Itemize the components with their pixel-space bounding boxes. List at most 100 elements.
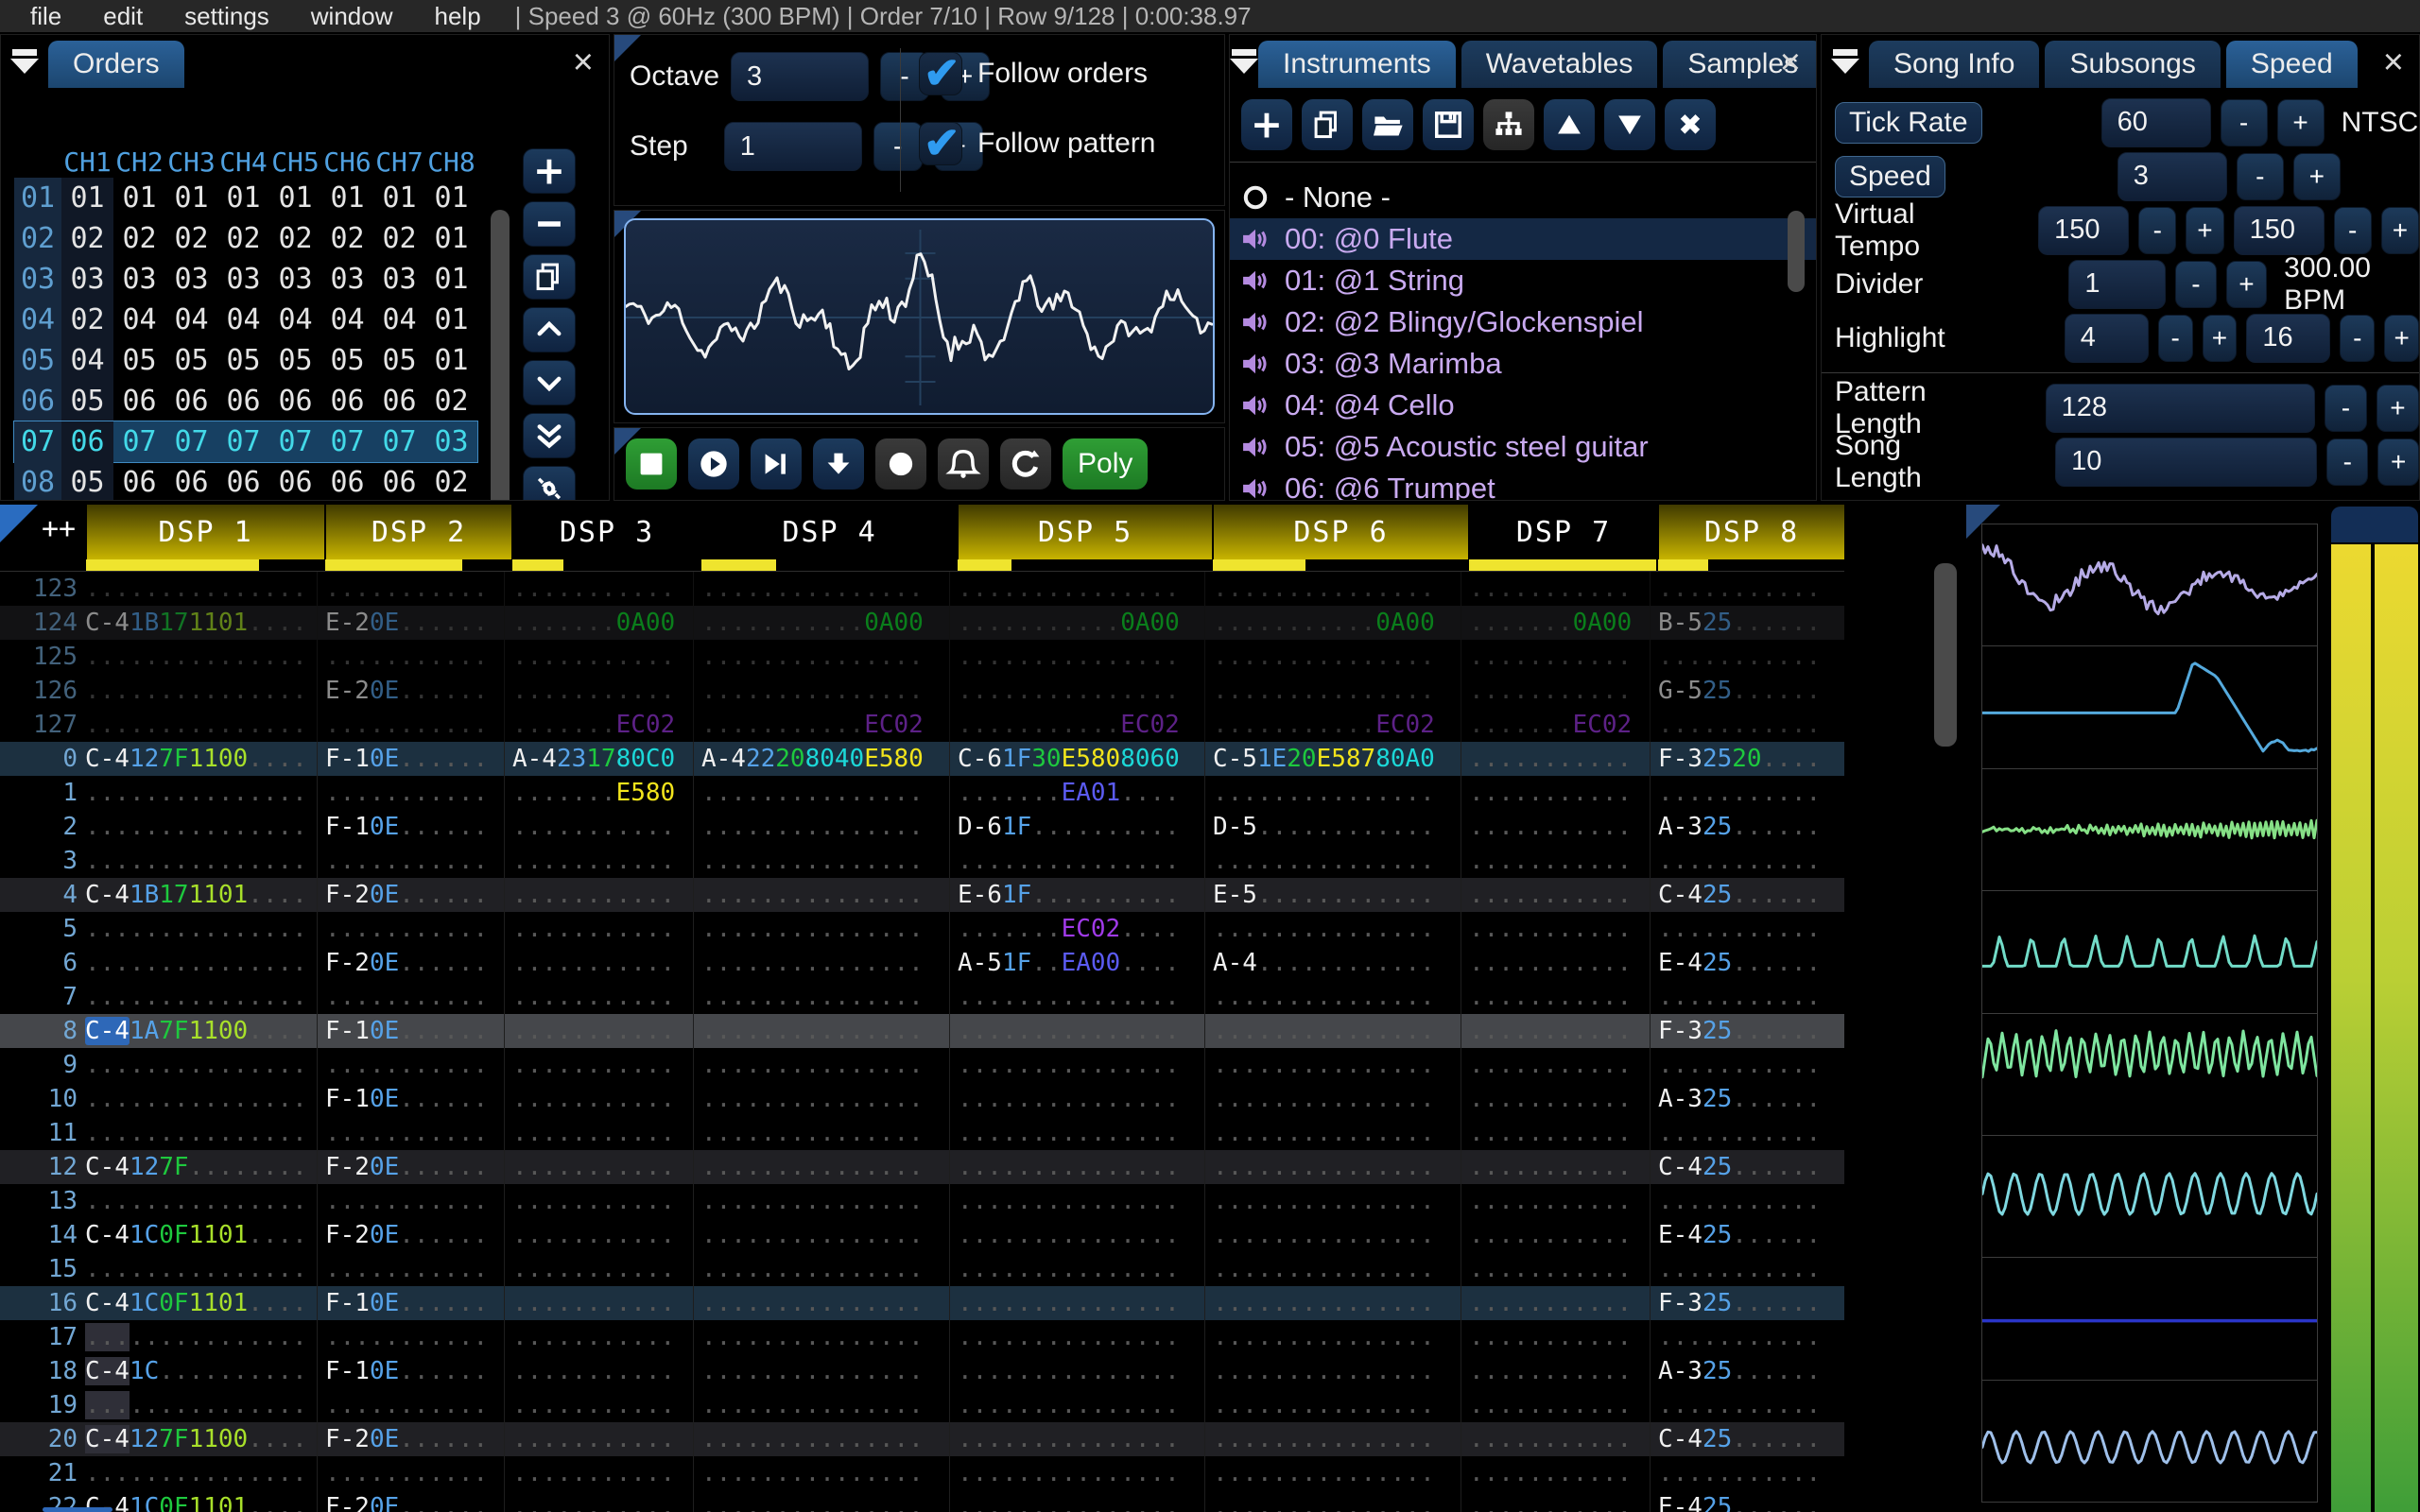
cell-ins[interactable]: .. bbox=[130, 643, 159, 671]
cell-vol[interactable]: .. bbox=[399, 813, 428, 841]
pattern-length-minus-button[interactable]: - bbox=[2324, 384, 2367, 432]
metronome-button[interactable] bbox=[938, 438, 989, 490]
cell-ins[interactable]: .. bbox=[1513, 1051, 1543, 1079]
cell-note[interactable]: ... bbox=[958, 677, 1002, 705]
cell-ins[interactable]: .. bbox=[746, 915, 775, 943]
cell-ins[interactable]: 25 bbox=[1703, 881, 1732, 909]
cell-fx1[interactable]: .... bbox=[1317, 949, 1376, 977]
cell-vol[interactable]: .. bbox=[1732, 847, 1761, 875]
cell-ins[interactable]: .. bbox=[370, 1187, 399, 1215]
cell-ins[interactable]: .. bbox=[1513, 949, 1543, 977]
cell-note[interactable]: ... bbox=[1213, 1153, 1257, 1181]
cell-fx1[interactable]: .... bbox=[189, 847, 249, 875]
cell-fx1[interactable]: .... bbox=[1573, 1255, 1633, 1283]
cell-ins[interactable]: .. bbox=[557, 609, 586, 637]
cell-vol[interactable]: .. bbox=[399, 949, 428, 977]
order-cell[interactable]: 05 bbox=[165, 340, 217, 381]
cell-vol[interactable]: .. bbox=[1287, 949, 1316, 977]
cell-ins[interactable]: .. bbox=[557, 881, 586, 909]
cell-fx1[interactable]: .... bbox=[1317, 575, 1376, 603]
instruments-close-icon[interactable]: × bbox=[1780, 44, 1801, 80]
cell-fx1[interactable]: .... bbox=[189, 779, 249, 807]
cell-ins[interactable]: .. bbox=[1002, 1357, 1031, 1385]
cell-vol[interactable]: .. bbox=[775, 677, 804, 705]
tab-orders[interactable]: Orders bbox=[48, 41, 184, 88]
cell-fx1[interactable]: .... bbox=[429, 1017, 489, 1045]
cell-fx1[interactable]: .... bbox=[1062, 1323, 1121, 1351]
pattern-row-8[interactable]: 8 C-4 1A 7F 1100.... F-1 0E...................… bbox=[0, 1014, 1844, 1048]
cell-fx1[interactable]: .... bbox=[1317, 847, 1376, 875]
cell-note[interactable]: ... bbox=[958, 1017, 1002, 1045]
cell-fx1[interactable]: .... bbox=[1317, 1153, 1376, 1181]
pattern-row-21[interactable]: 21......................................… bbox=[0, 1456, 1844, 1490]
pattern-row-125[interactable]: 125.....................................… bbox=[0, 640, 1844, 674]
order-cell[interactable]: 03 bbox=[217, 259, 269, 300]
speed-input[interactable]: 3 bbox=[2117, 151, 2227, 201]
cell-vol[interactable]: .. bbox=[1031, 1459, 1061, 1487]
cell-note[interactable]: ... bbox=[85, 983, 130, 1011]
orders-grid[interactable]: CH1 CH2 CH3 CH4 CH5 CH6 CH7 CH8 01 01 01 01 01 01 01 01… bbox=[13, 146, 478, 500]
order-cell[interactable]: 02 bbox=[425, 381, 477, 421]
cell-ins[interactable]: .. bbox=[370, 1459, 399, 1487]
cell-ins[interactable]: .. bbox=[1513, 745, 1543, 773]
cell-fx1[interactable]: .... bbox=[1317, 711, 1376, 739]
cell-fx1[interactable]: .... bbox=[429, 1051, 489, 1079]
cell-ins[interactable]: .. bbox=[1703, 1051, 1732, 1079]
pattern-scrollbar[interactable] bbox=[1934, 563, 1957, 747]
cell-fx1[interactable]: .... bbox=[805, 983, 865, 1011]
cell-fx1[interactable]: .... bbox=[1062, 711, 1121, 739]
cell-note[interactable]: F-2 bbox=[325, 1493, 370, 1512]
cell-note[interactable]: ... bbox=[85, 949, 130, 977]
cell-fx1[interactable]: .... bbox=[1317, 1221, 1376, 1249]
repeat-pattern-button[interactable] bbox=[1000, 438, 1051, 490]
cell-ins[interactable]: .. bbox=[1257, 1425, 1287, 1453]
cell-fx1[interactable]: .... bbox=[616, 1323, 676, 1351]
cell-note[interactable]: ... bbox=[701, 1493, 746, 1512]
cell-fx1[interactable]: .... bbox=[1573, 1017, 1633, 1045]
cell-fx1[interactable]: .... bbox=[616, 915, 676, 943]
cell-note[interactable]: ... bbox=[701, 1391, 746, 1419]
cell-note[interactable]: ... bbox=[1469, 949, 1513, 977]
cell-vol[interactable]: .. bbox=[159, 915, 188, 943]
cell-ins[interactable]: .. bbox=[1513, 1323, 1543, 1351]
virtual-tempo-input[interactable]: 150 bbox=[2038, 205, 2130, 255]
cell-vol[interactable]: .. bbox=[1543, 677, 1572, 705]
order-cell[interactable]: 01 bbox=[113, 178, 165, 218]
cell-ins[interactable]: .. bbox=[1257, 1255, 1287, 1283]
cell-ins[interactable]: .. bbox=[557, 1221, 586, 1249]
cell-fx2[interactable]: .... bbox=[248, 915, 307, 943]
cell-note[interactable]: ... bbox=[512, 1255, 557, 1283]
cell-ins[interactable]: .. bbox=[130, 575, 159, 603]
cell-vol[interactable]: .. bbox=[1732, 609, 1761, 637]
menu-edit[interactable]: edit bbox=[86, 2, 160, 31]
cell-fx2[interactable]: .... bbox=[864, 677, 924, 705]
cell-fx1[interactable]: .... bbox=[429, 949, 489, 977]
cell-note[interactable]: ... bbox=[1213, 1017, 1257, 1045]
cell-fx1[interactable]: .... bbox=[805, 1221, 865, 1249]
cell-ins[interactable]: .. bbox=[1703, 1255, 1732, 1283]
cell-note[interactable]: ... bbox=[958, 643, 1002, 671]
cell-note[interactable]: ... bbox=[325, 643, 370, 671]
cell-note[interactable]: F-3 bbox=[1658, 1017, 1703, 1045]
cell-fx1[interactable]: .... bbox=[805, 949, 865, 977]
cell-fx2[interactable]: .... bbox=[248, 1153, 307, 1181]
cell-vol[interactable]: .. bbox=[399, 575, 428, 603]
cell-fx1[interactable]: .... bbox=[1062, 1255, 1121, 1283]
cell-ins[interactable]: .. bbox=[746, 575, 775, 603]
cell-vol[interactable]: .. bbox=[1732, 983, 1761, 1011]
cell-ins[interactable]: .. bbox=[557, 1289, 586, 1317]
cell-ins[interactable]: .. bbox=[1513, 1255, 1543, 1283]
pattern-row-13[interactable]: 13......................................… bbox=[0, 1184, 1844, 1218]
cell-note[interactable]: ... bbox=[701, 1289, 746, 1317]
cell-note[interactable]: ... bbox=[701, 915, 746, 943]
cell-fx2[interactable]: .... bbox=[1375, 1187, 1435, 1215]
cell-ins[interactable]: 0E bbox=[370, 1085, 399, 1113]
cell-vol[interactable]: .. bbox=[1031, 1357, 1061, 1385]
cell-note[interactable]: C-4 bbox=[85, 1357, 130, 1385]
cell-vol[interactable]: .. bbox=[1543, 1323, 1572, 1351]
cell-fx1[interactable]: .... bbox=[1573, 1459, 1633, 1487]
cell-vol[interactable]: .. bbox=[399, 1459, 428, 1487]
cell-vol[interactable]: .. bbox=[1031, 1493, 1061, 1512]
cell-fx2[interactable]: .... bbox=[864, 881, 924, 909]
cell-fx1[interactable]: .... bbox=[189, 1391, 249, 1419]
